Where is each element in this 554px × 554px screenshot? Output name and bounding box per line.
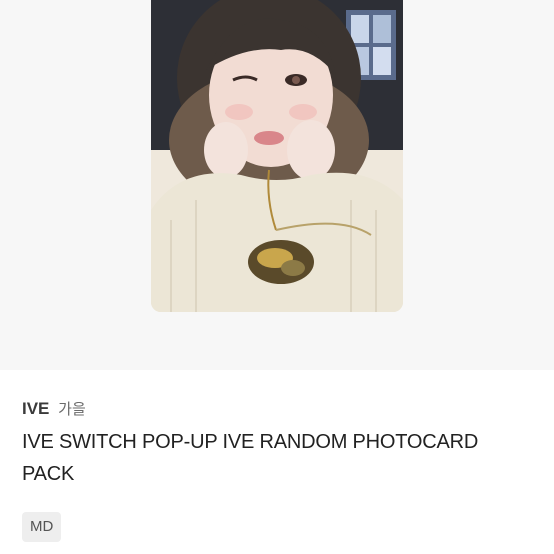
product-info: IVE 가을 IVE SWITCH POP-UP IVE RANDOM PHOT… [22,398,532,542]
photocard-photo-icon [151,0,403,312]
member-name: 가을 [58,400,86,418]
category-badge[interactable]: MD [22,512,62,542]
artist-name[interactable]: IVE [22,399,49,418]
artist-line: IVE 가을 [22,398,532,420]
product-title: IVE SWITCH POP-UP IVE RANDOM PHOTOCARD P… [22,431,479,485]
product-image-area [0,0,554,370]
photocard-image[interactable] [151,0,403,312]
